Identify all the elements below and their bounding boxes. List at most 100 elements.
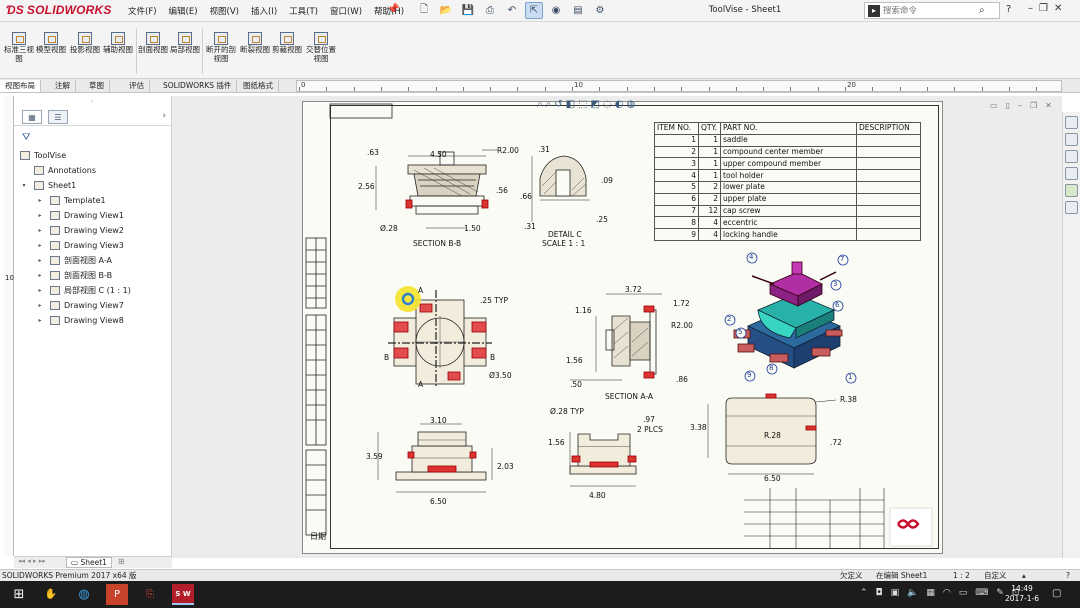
doc-close-icon[interactable]: ✕	[1045, 101, 1052, 110]
model-view-button[interactable]: 模型视图	[36, 32, 66, 55]
bom-row[interactable]: 3 1 upper compound member	[654, 157, 921, 171]
design-library-icon[interactable]	[1065, 133, 1078, 146]
tree-item[interactable]: ▸ Drawing View2	[16, 223, 170, 238]
dimension[interactable]: .50	[570, 380, 582, 389]
file-properties-icon[interactable]: ▤	[569, 2, 587, 19]
tray-folder-icon[interactable]: ▣	[891, 588, 900, 598]
balloon[interactable]: 4	[749, 253, 753, 261]
undo-icon[interactable]: ↶	[503, 2, 521, 19]
search-command-box[interactable]: ▸ ⌕	[864, 2, 1000, 19]
chevron-right-icon[interactable]: ▸	[36, 208, 44, 223]
balloon[interactable]: 5	[738, 328, 742, 336]
taskbar-acrobat-icon[interactable]: ⎘	[139, 584, 161, 605]
tray-network-icon[interactable]: ▦	[926, 588, 935, 598]
view-palette-icon[interactable]	[1065, 167, 1078, 180]
appearance-icon[interactable]: ◐	[615, 99, 624, 110]
bom-row[interactable]: 4 1 tool holder	[654, 169, 921, 182]
tray-wifi-icon[interactable]: ◠	[943, 588, 951, 598]
zoom-area-icon[interactable]: ⌕	[546, 99, 552, 110]
filter-icon[interactable]: ⛛	[22, 132, 30, 143]
appearances-icon[interactable]	[1065, 184, 1078, 197]
menu-view[interactable]: 视图(V)	[204, 5, 245, 17]
dimension[interactable]: Ø.28 TYP	[550, 407, 584, 416]
alternate-position-view-button[interactable]: 交替位置视图	[304, 32, 338, 63]
save-icon[interactable]: 💾	[459, 2, 477, 19]
dimension[interactable]: 4.50	[430, 150, 447, 159]
taskbar-powerpoint-icon[interactable]: P	[106, 584, 128, 605]
dimension[interactable]: R.28	[764, 431, 781, 440]
dimension[interactable]: Ø.28	[380, 224, 398, 233]
tab-sketch[interactable]: 草图	[84, 80, 110, 92]
doc-restore-icon[interactable]: ❐	[1030, 101, 1037, 110]
dimension[interactable]: Ø3.50	[489, 371, 512, 380]
tile-vertical-icon[interactable]: ▯	[1006, 101, 1010, 110]
section-arrow-label[interactable]: A	[418, 286, 423, 295]
minimize-icon[interactable]: –	[1028, 3, 1033, 14]
bom-row[interactable]: 5 2 lower plate	[654, 180, 921, 194]
select-cursor-icon[interactable]: ⇱	[525, 2, 543, 19]
panel-grip-icon[interactable]: ◦	[90, 98, 94, 106]
bom-row[interactable]: 8 4 eccentric	[654, 216, 921, 230]
menu-edit[interactable]: 编辑(E)	[163, 5, 204, 17]
custom-properties-icon[interactable]	[1065, 201, 1078, 214]
broken-out-section-button[interactable]: 断开的剖视图	[204, 32, 238, 63]
projected-view-button[interactable]: 投影视图	[70, 32, 100, 55]
tile-icon[interactable]: ▭	[990, 101, 998, 110]
tree-item[interactable]: Annotations	[16, 163, 170, 178]
dimension[interactable]: .09	[601, 176, 613, 185]
bill-of-materials-table[interactable]: ITEM NO. QTY. PART NO. DESCRIPTION 1 1 sad…	[654, 122, 921, 241]
dimension[interactable]: 3.38	[690, 423, 707, 432]
dimension[interactable]: R2.00	[497, 146, 519, 155]
add-sheet-icon[interactable]: ⊞	[118, 557, 125, 566]
tray-volume-icon[interactable]: 🔈	[907, 588, 918, 598]
bom-row[interactable]: 2 1 compound center member	[654, 145, 921, 159]
dimension[interactable]: 6.50	[764, 474, 781, 483]
view-scale-label[interactable]: SCALE 1 : 1	[542, 239, 585, 248]
balloon[interactable]: 8	[769, 364, 773, 372]
break-view-button[interactable]: 断裂视图	[240, 32, 270, 55]
scroll-nav-icon[interactable]: ◂◂ ◂ ▸ ▸▸	[18, 557, 46, 565]
auxiliary-view-button[interactable]: 辅助视图	[103, 32, 133, 55]
section-arrow-label[interactable]: B	[490, 353, 495, 362]
tree-item[interactable]: ▸ Template1	[16, 193, 170, 208]
taskbar-app-icon[interactable]: ✋	[40, 584, 62, 605]
print-icon[interactable]: ⎙	[481, 2, 499, 19]
section-arrow-label[interactable]: B	[384, 353, 389, 362]
tab-sheet-format[interactable]: 图纸格式	[238, 80, 279, 92]
home-icon[interactable]	[1065, 116, 1078, 129]
dimension[interactable]: .25 TYP	[480, 296, 508, 305]
menu-tools[interactable]: 工具(T)	[283, 5, 324, 17]
dimension[interactable]: R.38	[840, 395, 857, 404]
tree-item[interactable]: ▸ Drawing View1	[16, 208, 170, 223]
dimension[interactable]: .86	[676, 375, 688, 384]
sheet-tab[interactable]: ▭ Sheet1	[66, 557, 112, 568]
menu-window[interactable]: 窗口(W)	[324, 5, 368, 17]
balloon[interactable]: 3	[833, 280, 837, 288]
tree-item[interactable]: ▸ 局部视图 C (1 : 1)	[16, 283, 170, 298]
section-view-toggle-icon[interactable]: ◧	[566, 99, 575, 110]
chevron-right-icon[interactable]: ▸	[36, 238, 44, 253]
tree-item[interactable]: ▸ Drawing View3	[16, 238, 170, 253]
dimension[interactable]: .63	[367, 148, 379, 157]
tree-item[interactable]: ▸ 剖面视图 B-B	[16, 268, 170, 283]
dimension[interactable]: .31	[538, 145, 550, 154]
dimension[interactable]: .56	[496, 186, 508, 195]
search-input[interactable]	[883, 5, 979, 16]
taskbar-solidworks-icon[interactable]: S W	[172, 584, 194, 605]
close-icon[interactable]: ✕	[1054, 3, 1062, 14]
balloon[interactable]: 1	[848, 373, 852, 381]
balloon[interactable]: 6	[835, 301, 839, 309]
bom-row[interactable]: 9 4 locking handle	[654, 228, 921, 241]
tab-annotation[interactable]: 注解	[50, 80, 76, 92]
pin-menu-icon[interactable]: 📌	[387, 4, 399, 15]
tree-item[interactable]: ▸ Drawing View8	[16, 313, 170, 328]
chevron-right-icon[interactable]: ▸	[36, 193, 44, 208]
dimension[interactable]: .25	[596, 215, 608, 224]
dimension[interactable]: .66	[520, 192, 532, 201]
property-manager-tab-icon[interactable]: ☰	[48, 110, 68, 124]
search-icon[interactable]: ⌕	[979, 5, 985, 16]
open-file-icon[interactable]: 📂	[437, 2, 455, 19]
crop-view-button[interactable]: 剪裁视图	[272, 32, 302, 55]
tree-item[interactable]: ▸ Drawing View7	[16, 298, 170, 313]
tree-item[interactable]: ▾ Sheet1	[16, 178, 170, 193]
